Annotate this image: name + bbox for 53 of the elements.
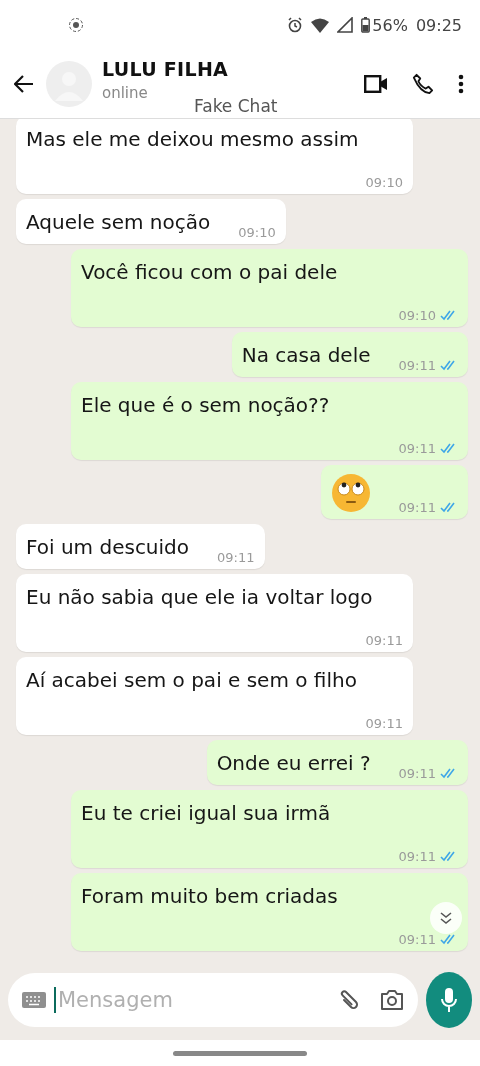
- double-check-icon: [440, 851, 458, 862]
- contact-name: LULU FILHA: [102, 58, 230, 80]
- message-time: 09:10: [398, 308, 436, 323]
- clock-time: 09:25: [415, 15, 462, 35]
- double-check-icon: [440, 310, 458, 321]
- screen-record-icon: [68, 17, 84, 33]
- message-text: Foram muito bem criadas: [81, 883, 339, 910]
- message-text: Ele que é o sem noção??: [81, 392, 331, 419]
- message-text: Onde eu errei ?: [216, 750, 371, 777]
- message-time: 09:11: [398, 500, 436, 515]
- message-time: 09:11: [398, 932, 436, 947]
- wifi-icon: [311, 17, 330, 33]
- message-time: 09:11: [217, 550, 255, 565]
- message-time: 09:11: [398, 358, 436, 373]
- double-check-icon: [440, 768, 458, 779]
- microphone-button[interactable]: [426, 972, 472, 1028]
- message-text: Aí acabei sem o pai e sem o filho: [26, 667, 358, 694]
- double-check-icon: [440, 502, 458, 513]
- message-time: 09:11: [398, 766, 436, 781]
- contact-status: online: [102, 84, 149, 102]
- message-text: Você ficou com o pai dele: [81, 259, 339, 286]
- rolling-eyes-emoji-icon: [330, 473, 371, 513]
- message-input-field[interactable]: Mensagem: [54, 987, 328, 1013]
- message-text: Eu te criei igual sua irmã: [81, 800, 332, 827]
- message-time: 09:10: [365, 175, 403, 190]
- double-chevron-down-icon: [439, 911, 453, 925]
- camera-icon[interactable]: [380, 989, 404, 1011]
- message-text: Na casa dele: [241, 342, 371, 369]
- double-check-icon: [440, 360, 458, 371]
- message-time: 09:11: [365, 716, 403, 731]
- more-options-icon: [458, 74, 464, 94]
- message-time: 09:11: [398, 441, 436, 456]
- video-camera-icon: [364, 75, 388, 93]
- phone-icon: [412, 73, 434, 95]
- signal-icon: [337, 17, 354, 33]
- message-time: 09:11: [365, 633, 403, 648]
- microphone-icon: [440, 987, 458, 1013]
- message-time: 09:10: [238, 225, 276, 240]
- back-arrow-icon: [14, 75, 34, 93]
- double-check-icon: [440, 443, 458, 454]
- alarm-icon: [287, 17, 304, 33]
- keyboard-icon: [22, 992, 46, 1008]
- message-text: Foi um descuido: [26, 534, 190, 561]
- double-check-icon: [440, 934, 458, 945]
- message-text: Aquele sem noção: [26, 209, 211, 236]
- battery-level: 56%: [372, 15, 408, 35]
- message-text: Eu não sabia que ele ia voltar logo: [26, 584, 374, 611]
- message-text: Mas ele me deixou mesmo assim: [26, 126, 360, 153]
- message-composer[interactable]: Mensagem: [8, 973, 418, 1027]
- app-caption: Fake Chat: [194, 96, 278, 116]
- home-indicator[interactable]: [173, 1050, 307, 1056]
- battery-icon: [361, 17, 371, 33]
- message-time: 09:11: [398, 849, 436, 864]
